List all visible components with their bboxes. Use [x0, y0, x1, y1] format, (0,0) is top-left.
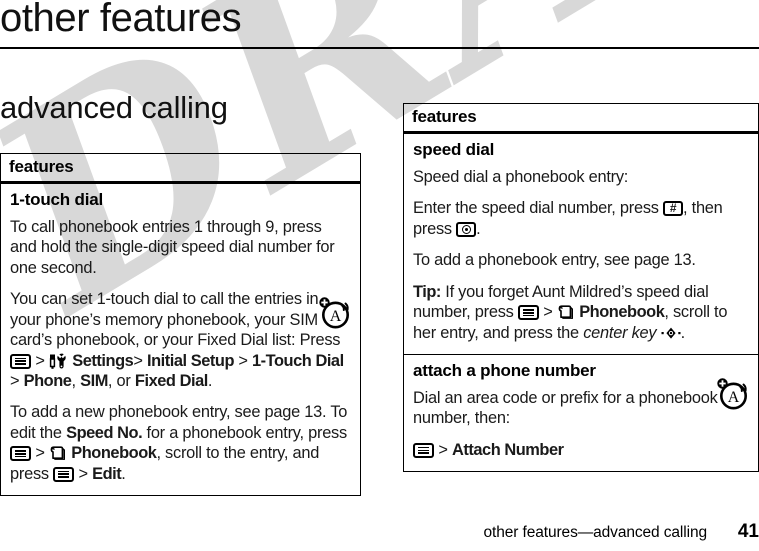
separator-comma: ,	[107, 371, 113, 390]
field-speed-no: Speed No.	[66, 423, 143, 442]
hash-key-icon: #	[663, 200, 684, 217]
paragraph-text: Speed dial a phonebook entry:	[413, 168, 629, 186]
menu-key-icon	[10, 446, 31, 462]
paragraph-text: Enter the speed dial number, press	[413, 199, 659, 218]
table-row: 1-touch dial To call phonebook entries 1…	[1, 184, 360, 495]
separator-gt: >	[238, 351, 248, 370]
settings-tools-icon	[49, 353, 68, 370]
separator-gt: >	[133, 351, 143, 370]
separator-gt: >	[10, 371, 20, 390]
separator-gt: >	[543, 303, 553, 322]
separator-gt: >	[35, 444, 45, 463]
phonebook-icon	[49, 445, 67, 462]
center-key-label: center key	[583, 323, 657, 342]
svg-text:A: A	[330, 308, 342, 325]
paragraph: To call phonebook entries 1 through 9, p…	[10, 217, 351, 278]
separator-period: .	[476, 219, 481, 238]
paragraph: To add a phonebook entry, see page 13.	[413, 250, 749, 270]
paragraph: Enter the speed dial number, press #, th…	[413, 198, 749, 239]
paragraph: Speed dial a phonebook entry:	[413, 167, 749, 187]
table-row: attach a phone number Dial an area code …	[404, 353, 758, 471]
paragraph: > Attach Number	[413, 440, 749, 460]
table-right-header: features	[404, 104, 758, 134]
paragraph: To add a new phonebook entry, see page 1…	[10, 402, 351, 484]
menu-key-icon	[413, 442, 434, 458]
paragraph-text: To call phonebook entries 1 through 9, p…	[10, 218, 335, 277]
paragraph-text: To add a phonebook entry, see page 13.	[413, 251, 696, 270]
hash-key-glyph: #	[669, 200, 677, 215]
menu-item-phonebook: Phonebook	[71, 444, 157, 463]
phonebook-icon	[557, 304, 575, 321]
paragraph-text: Dial an area code or prefix for a phoneb…	[413, 388, 718, 428]
footer-page-number: 41	[737, 521, 759, 542]
paragraph-text: You can set 1-touch dial to call the ent…	[10, 290, 341, 350]
row-title-1-touch-dial: 1-touch dial	[10, 190, 103, 209]
conjunction-or: or	[116, 371, 131, 390]
menu-item-sim: SIM	[80, 371, 108, 390]
section-title: advanced calling	[0, 90, 228, 125]
menu-item-attach-number: Attach Number	[451, 440, 564, 459]
menu-item-settings: Settings	[72, 351, 134, 370]
menu-item-fixed-dial: Fixed Dial	[134, 371, 208, 390]
separator-period: .	[680, 323, 686, 342]
table-row: speed dial Speed dial a phonebook entry:…	[404, 134, 758, 354]
row-title-speed-dial: speed dial	[413, 140, 495, 159]
send-key-icon	[456, 221, 477, 237]
features-table-left: features 1-touch dial To call phonebook …	[0, 153, 361, 497]
table-left-header: features	[1, 154, 360, 184]
svg-text:A: A	[728, 389, 740, 406]
menu-key-icon	[53, 466, 75, 482]
separator-period: .	[207, 371, 213, 390]
menu-item-1-touch-dial: 1-Touch Dial	[251, 351, 344, 370]
row-title-attach-a-phone-number: attach a phone number	[413, 360, 596, 380]
menu-item-phone: Phone	[23, 371, 72, 390]
title-rule	[0, 47, 759, 49]
paragraph: You can set 1-touch dial to call the ent…	[10, 289, 351, 391]
separator-gt: >	[438, 440, 448, 459]
tip-label: Tip:	[413, 282, 441, 301]
menu-key-icon	[10, 353, 31, 369]
footer-breadcrumb: other features—advanced calling	[483, 524, 707, 541]
menu-item-initial-setup: Initial Setup	[146, 351, 235, 370]
paragraph-text: for a phonebook entry, press	[146, 423, 348, 442]
separator-period: .	[121, 464, 126, 483]
separator-gt: >	[35, 351, 45, 370]
menu-item-phonebook: Phonebook	[579, 303, 665, 322]
note-alert-icon: A	[319, 296, 353, 330]
menu-key-icon	[517, 305, 539, 321]
note-alert-icon: A	[717, 377, 751, 411]
menu-item-edit: Edit	[92, 464, 122, 483]
center-key-icon	[661, 325, 681, 339]
paragraph: Dial an area code or prefix for a phoneb…	[413, 388, 749, 429]
features-table-right: features speed dial Speed dial a phonebo…	[403, 103, 759, 473]
page-root: other features advanced calling features…	[0, 0, 759, 551]
page-footer: other features—advanced calling 41	[0, 521, 759, 548]
paragraph-tip: Tip: If you forget Aunt Mildred’s speed …	[413, 282, 749, 343]
page-title: other features	[0, 0, 242, 40]
separator-comma: ,	[71, 371, 76, 390]
separator-gt: >	[78, 464, 88, 483]
